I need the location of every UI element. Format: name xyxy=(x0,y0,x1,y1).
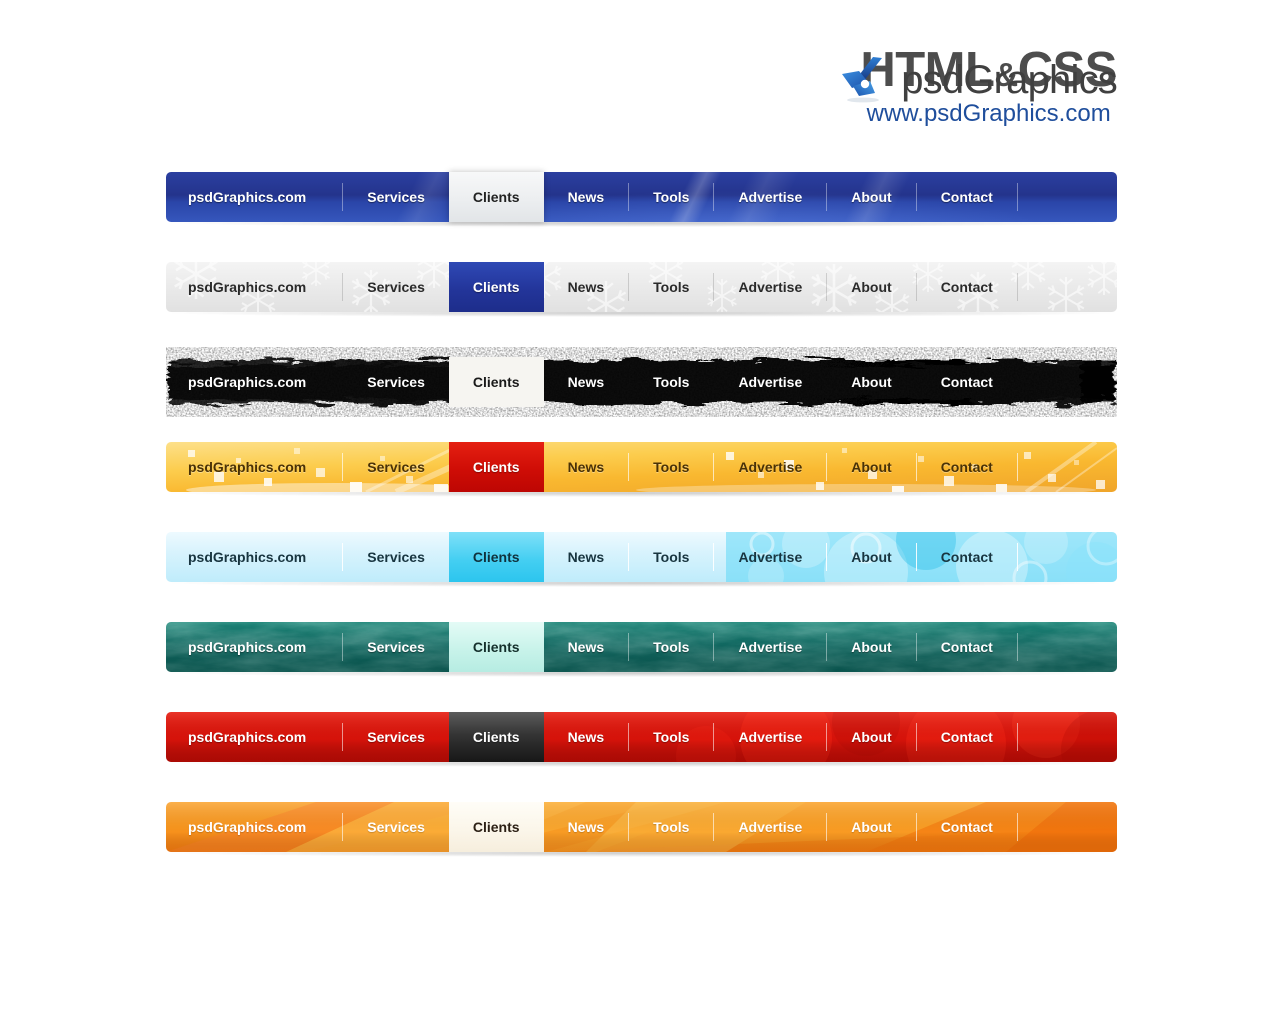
nav-item-brand[interactable]: psdGraphics.com xyxy=(166,712,342,762)
nav-filler xyxy=(1018,262,1117,312)
nav-items: psdGraphics.com Services Clients News To… xyxy=(166,712,1117,762)
nav-filler xyxy=(1018,442,1117,492)
nav-item-about[interactable]: About xyxy=(827,442,915,492)
logo-wordmark: psdGraphics xyxy=(901,57,1118,102)
nav-item-services[interactable]: Services xyxy=(343,532,449,582)
nav-item-advertise[interactable]: Advertise xyxy=(714,262,826,312)
nav-item-contact[interactable]: Contact xyxy=(917,622,1017,672)
nav-item-advertise[interactable]: Advertise xyxy=(714,532,826,582)
nav-item-brand[interactable]: psdGraphics.com xyxy=(166,347,342,417)
orange-navbar: psdGraphics.com Services Clients News To… xyxy=(166,802,1117,857)
nav-item-clients-active[interactable]: Clients xyxy=(448,357,544,407)
nav-item-tools[interactable]: Tools xyxy=(629,712,713,762)
nav-item-news[interactable]: News xyxy=(544,622,629,672)
nav-item-about[interactable]: About xyxy=(827,802,915,852)
nav-filler xyxy=(1018,622,1117,672)
nav-item-brand[interactable]: psdGraphics.com xyxy=(166,802,342,852)
nav-item-brand[interactable]: psdGraphics.com xyxy=(166,532,342,582)
nav-item-brand[interactable]: psdGraphics.com xyxy=(166,622,342,672)
nav-separator xyxy=(1017,368,1018,396)
nav-items: psdGraphics.com Services Clients News To… xyxy=(166,172,1117,222)
yellow-confetti-navbar: psdGraphics.com Services Clients News To… xyxy=(166,442,1117,497)
nav-item-news[interactable]: News xyxy=(544,262,629,312)
nav-item-brand[interactable]: psdGraphics.com xyxy=(166,262,342,312)
nav-item-tools[interactable]: Tools xyxy=(629,802,713,852)
white-snowflake-navbar: psdGraphics.com Services Clients News To… xyxy=(166,262,1117,317)
nav-item-tools[interactable]: Tools xyxy=(629,262,713,312)
nav-item-contact[interactable]: Contact xyxy=(917,532,1017,582)
nav-items: psdGraphics.com Services Clients News To… xyxy=(166,532,1117,582)
nav-item-services[interactable]: Services xyxy=(343,442,449,492)
nav-item-about[interactable]: About xyxy=(827,262,915,312)
nav-item-about[interactable]: About xyxy=(827,622,915,672)
nav-item-advertise[interactable]: Advertise xyxy=(714,442,826,492)
nav-item-contact[interactable]: Contact xyxy=(917,442,1017,492)
nav-item-services[interactable]: Services xyxy=(343,802,449,852)
nav-item-tools[interactable]: Tools xyxy=(629,172,713,222)
nav-item-tools[interactable]: Tools xyxy=(629,347,713,417)
nav-item-brand[interactable]: psdGraphics.com xyxy=(166,442,342,492)
nav-item-news[interactable]: News xyxy=(544,712,629,762)
nav-item-advertise[interactable]: Advertise xyxy=(714,172,826,222)
nav-item-contact[interactable]: Contact xyxy=(917,347,1017,417)
nav-item-about[interactable]: About xyxy=(827,347,915,417)
nav-filler xyxy=(1018,712,1117,762)
nav-item-services[interactable]: Services xyxy=(343,172,449,222)
nav-item-contact[interactable]: Contact xyxy=(917,712,1017,762)
light-blue-bubbles-navbar: psdGraphics.com Services Clients News To… xyxy=(166,532,1117,587)
nav-filler xyxy=(1018,172,1117,222)
nav-item-contact[interactable]: Contact xyxy=(917,262,1017,312)
nav-item-news[interactable]: News xyxy=(544,347,629,417)
nav-item-contact[interactable]: Contact xyxy=(917,172,1017,222)
black-grunge-navbar: psdGraphics.com Services Clients News To… xyxy=(166,347,1117,417)
nav-item-clients-active[interactable]: Clients xyxy=(448,802,544,852)
bird-logo-icon xyxy=(839,55,895,105)
nav-filler xyxy=(1018,802,1117,852)
nav-item-advertise[interactable]: Advertise xyxy=(714,622,826,672)
nav-item-clients-active[interactable]: Clients xyxy=(448,262,544,312)
nav-item-tools[interactable]: Tools xyxy=(629,532,713,582)
red-navbar: psdGraphics.com Services Clients News To… xyxy=(166,712,1117,767)
nav-item-news[interactable]: News xyxy=(544,172,629,222)
nav-item-services[interactable]: Services xyxy=(343,262,449,312)
nav-item-about[interactable]: About xyxy=(827,712,915,762)
nav-item-brand[interactable]: psdGraphics.com xyxy=(166,172,342,222)
nav-item-clients-active[interactable]: Clients xyxy=(448,442,544,492)
psdgraphics-logo: psdGraphics xyxy=(839,52,1118,108)
nav-item-tools[interactable]: Tools xyxy=(629,442,713,492)
nav-items: psdGraphics.com Services Clients News To… xyxy=(166,802,1117,852)
nav-item-advertise[interactable]: Advertise xyxy=(714,347,826,417)
nav-items: psdGraphics.com Services Clients News To… xyxy=(166,622,1117,672)
nav-item-services[interactable]: Services xyxy=(343,347,449,417)
nav-item-about[interactable]: About xyxy=(827,172,915,222)
teal-clouds-navbar: psdGraphics.com Services Clients News To… xyxy=(166,622,1117,677)
nav-item-clients-active[interactable]: Clients xyxy=(448,532,544,582)
nav-filler xyxy=(1018,532,1117,582)
nav-items: psdGraphics.com Services Clients News To… xyxy=(166,442,1117,492)
nav-item-clients-active[interactable]: Clients xyxy=(448,622,544,672)
nav-items: psdGraphics.com Services Clients News To… xyxy=(166,262,1117,312)
nav-item-advertise[interactable]: Advertise xyxy=(714,712,826,762)
nav-item-contact[interactable]: Contact xyxy=(917,802,1017,852)
nav-item-clients-active[interactable]: Clients xyxy=(448,712,544,762)
nav-item-services[interactable]: Services xyxy=(343,622,449,672)
nav-item-news[interactable]: News xyxy=(544,442,629,492)
nav-item-tools[interactable]: Tools xyxy=(629,622,713,672)
nav-item-services[interactable]: Services xyxy=(343,712,449,762)
blue-glossy-navbar: psdGraphics.com Services Clients News To… xyxy=(166,172,1117,227)
nav-items: psdGraphics.com Services Clients News To… xyxy=(166,347,1117,417)
nav-item-news[interactable]: News xyxy=(544,802,629,852)
nav-item-clients-active[interactable]: Clients xyxy=(448,172,544,222)
nav-item-advertise[interactable]: Advertise xyxy=(714,802,826,852)
page-header: HTML&CSS www.psdGraphics.com psdGraphics xyxy=(0,0,1280,140)
nav-item-about[interactable]: About xyxy=(827,532,915,582)
nav-item-news[interactable]: News xyxy=(544,532,629,582)
